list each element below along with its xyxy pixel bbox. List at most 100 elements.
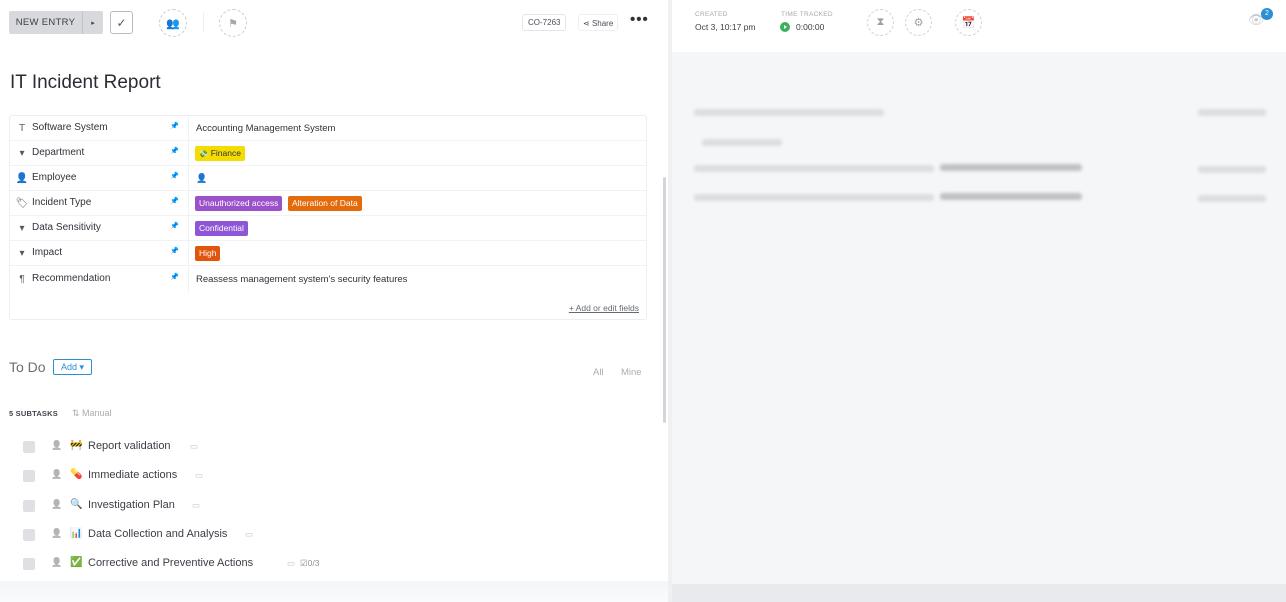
checkmark-icon: ✓ bbox=[116, 15, 127, 30]
share-label: Share bbox=[591, 19, 614, 28]
subtask-row[interactable]: 👤 🔍 Investigation Plan ▭ bbox=[20, 495, 640, 517]
share-button[interactable]: ⋖ Share bbox=[578, 14, 619, 31]
subtask-row[interactable]: 👤 📊 Data Collection and Analysis ▭ bbox=[20, 524, 640, 546]
new-entry-button[interactable]: NEW ENTRY ▸ bbox=[9, 11, 103, 34]
assign-user-icon[interactable]: 👤 bbox=[51, 557, 63, 571]
field-name: Impact bbox=[32, 247, 63, 258]
subtask-description-icon[interactable]: ▭ bbox=[287, 558, 295, 569]
subtask-name[interactable]: Report validation bbox=[88, 440, 171, 452]
subtask-status-checkbox[interactable] bbox=[23, 441, 35, 453]
subtask-status-checkbox[interactable] bbox=[23, 470, 35, 482]
scrollbar[interactable] bbox=[663, 177, 666, 423]
pin-icon[interactable]: 📌 bbox=[170, 273, 179, 281]
subtask-row[interactable]: 👤 ✅ Corrective and Preventive Actions ▭ ☑0/3 bbox=[20, 553, 640, 575]
comment-bar[interactable] bbox=[0, 581, 668, 602]
add-or-edit-fields-link[interactable]: + Add or edit fields bbox=[569, 303, 639, 313]
task-title[interactable]: IT Incident Report bbox=[10, 72, 161, 94]
assign-user-icon[interactable]: 👤 bbox=[51, 499, 63, 513]
subtask-emoji-icon: ✅ bbox=[70, 557, 83, 568]
subtask-name[interactable]: Data Collection and Analysis bbox=[88, 528, 227, 540]
sort-label: Manual bbox=[82, 408, 112, 418]
subtask-description-icon[interactable]: ▭ bbox=[245, 529, 253, 540]
field-value[interactable]: Accounting Management System bbox=[196, 123, 335, 134]
calendar-icon[interactable]: 📅 bbox=[955, 9, 982, 36]
subtask-name[interactable]: Investigation Plan bbox=[88, 499, 175, 511]
mark-complete-button[interactable]: ✓ bbox=[110, 11, 133, 34]
field-tag-label: Confidential bbox=[199, 223, 244, 233]
pin-icon[interactable]: 📌 bbox=[170, 172, 179, 180]
subtask-row[interactable]: 👤 💊 Immediate actions ▭ bbox=[20, 465, 640, 487]
subtask-description-icon[interactable]: ▭ bbox=[190, 441, 198, 452]
subtask-status-checkbox[interactable] bbox=[23, 500, 35, 512]
assign-user-icon[interactable]: 👤 bbox=[51, 528, 63, 542]
subtask-status-checkbox[interactable] bbox=[23, 529, 35, 541]
field-value-cell[interactable]: Reassess management system's security fe… bbox=[188, 267, 646, 292]
subtask-emoji-icon: 🔍 bbox=[70, 499, 83, 510]
filter-all[interactable]: All bbox=[593, 367, 604, 378]
field-name: Employee bbox=[32, 172, 77, 183]
field-row: T Software System 📌 Accounting Management S… bbox=[10, 116, 646, 141]
field-row: ▾ Data Sensitivity 📌 Confidential bbox=[10, 216, 646, 241]
filter-mine[interactable]: Mine bbox=[621, 367, 642, 378]
field-name: Data Sensitivity bbox=[32, 222, 101, 233]
add-todo-button[interactable]: Add ▾ bbox=[53, 359, 92, 375]
subtask-row[interactable]: 👤 🚧 Report validation ▭ bbox=[20, 436, 640, 458]
status-next-arrow-icon[interactable]: ▸ bbox=[82, 11, 103, 34]
new-entry-label: NEW ENTRY bbox=[15, 17, 76, 28]
field-tag[interactable]: Unauthorized access bbox=[195, 196, 283, 211]
subtask-description-icon[interactable]: ▭ bbox=[195, 470, 203, 481]
time-tracked-value[interactable]: 0:00:00 bbox=[796, 22, 824, 32]
activity-footer bbox=[672, 584, 1286, 602]
field-value-cell[interactable]: High bbox=[188, 241, 646, 266]
assign-user-icon[interactable]: 👤 bbox=[51, 469, 63, 483]
subtask-emoji-icon: 📊 bbox=[70, 528, 83, 539]
subtask-name[interactable]: Immediate actions bbox=[88, 469, 177, 481]
task-toolbar: NEW ENTRY ▸ ✓ 👥 ⚑ CO-7263 ⋖ Share ••• bbox=[0, 0, 668, 44]
add-person-icon[interactable]: 👤 bbox=[196, 173, 207, 184]
custom-fields-table: T Software System 📌 Accounting Management S… bbox=[9, 115, 647, 320]
field-tag[interactable]: Alteration of Data bbox=[288, 196, 362, 211]
field-tag-label: High bbox=[199, 248, 217, 258]
field-value[interactable]: Reassess management system's security fe… bbox=[196, 274, 407, 285]
field-value-cell[interactable]: Confidential bbox=[188, 216, 646, 241]
task-id-badge[interactable]: CO-7263 bbox=[522, 14, 567, 31]
created-label: CREATED bbox=[695, 11, 728, 18]
dropdown-icon: ▾ bbox=[19, 222, 25, 234]
assignee-icon: 👥 bbox=[166, 17, 180, 30]
assign-user-icon[interactable]: 👤 bbox=[51, 440, 63, 454]
text-type-icon: T bbox=[18, 122, 26, 134]
add-assignee-button[interactable]: 👥 bbox=[159, 9, 187, 37]
pin-icon[interactable]: 📌 bbox=[170, 247, 179, 255]
more-options-icon[interactable]: ••• bbox=[630, 11, 649, 28]
field-value-cell[interactable]: Unauthorized access Alteration of Data bbox=[188, 191, 646, 216]
checklist-progress[interactable]: ☑0/3 bbox=[300, 558, 319, 569]
person-icon: 👤 bbox=[15, 172, 29, 184]
pin-icon[interactable]: 📌 bbox=[170, 122, 179, 130]
field-value-cell[interactable]: 💸 Finance bbox=[188, 141, 646, 166]
field-tag[interactable]: 💸 Finance bbox=[195, 146, 245, 161]
gear-icon[interactable]: ⚙ bbox=[905, 9, 932, 36]
pin-icon[interactable]: 📌 bbox=[170, 222, 179, 230]
long-text-icon: ¶ bbox=[19, 273, 25, 285]
field-tag[interactable]: Confidential bbox=[195, 221, 248, 236]
watchers-count-badge: 2 bbox=[1261, 8, 1273, 20]
hourglass-icon[interactable]: ⧗ bbox=[867, 9, 894, 36]
sort-manual[interactable]: ⇅ Manual bbox=[72, 408, 112, 419]
subtask-name[interactable]: Corrective and Preventive Actions bbox=[88, 557, 253, 569]
field-tag[interactable]: High bbox=[195, 246, 221, 261]
priority-button[interactable]: ⚑ bbox=[219, 9, 247, 37]
flag-icon: ⚑ bbox=[228, 17, 238, 30]
field-value-cell[interactable]: 👤 bbox=[188, 166, 646, 191]
pin-icon[interactable]: 📌 bbox=[170, 147, 179, 155]
pin-icon[interactable]: 📌 bbox=[170, 197, 179, 205]
timer-play-icon[interactable] bbox=[780, 22, 790, 32]
subtask-emoji-icon: 🚧 bbox=[70, 440, 83, 451]
toolbar-divider bbox=[203, 12, 204, 32]
subtask-description-icon[interactable]: ▭ bbox=[192, 500, 200, 511]
field-value-cell[interactable]: Accounting Management System bbox=[188, 116, 646, 141]
field-tag-label: Finance bbox=[210, 148, 241, 158]
task-main-pane: NEW ENTRY ▸ ✓ 👥 ⚑ CO-7263 ⋖ Share ••• IT… bbox=[0, 0, 668, 602]
subtask-status-checkbox[interactable] bbox=[23, 558, 35, 570]
field-tag-label: Unauthorized access bbox=[199, 198, 279, 208]
sort-icon: ⇅ bbox=[72, 408, 83, 418]
